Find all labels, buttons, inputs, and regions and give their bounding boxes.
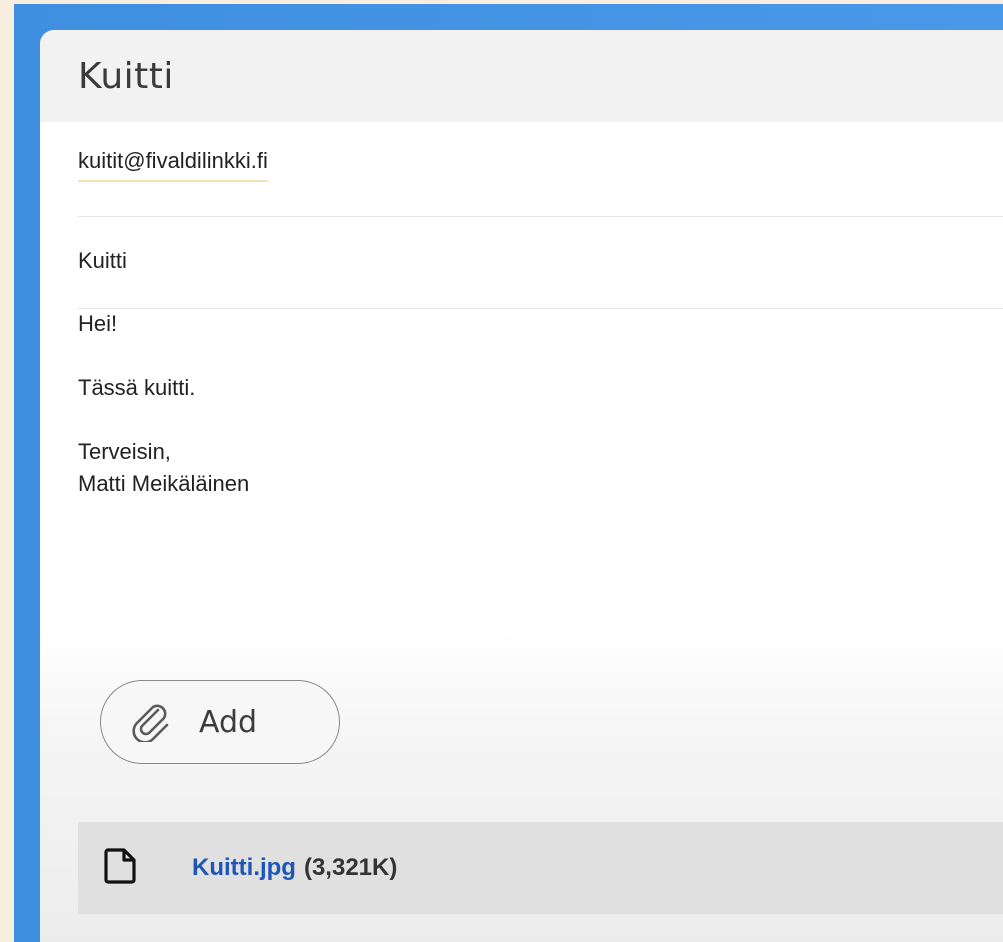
body-line bbox=[78, 404, 983, 436]
add-button-label: Add bbox=[199, 704, 258, 740]
body-line: Matti Meikäläinen bbox=[78, 471, 250, 496]
to-field[interactable]: kuitit@fivaldilinkki.fi bbox=[78, 122, 1003, 217]
body-line: Terveisin, bbox=[78, 439, 171, 464]
attachment-size: (3,321K) bbox=[303, 854, 398, 881]
paperclip-icon bbox=[127, 698, 171, 747]
recipient-chip[interactable]: kuitit@fivaldilinkki.fi bbox=[78, 148, 268, 182]
file-icon bbox=[100, 844, 140, 893]
body-line bbox=[78, 340, 983, 372]
body-line: Tässä kuitti. bbox=[78, 375, 196, 400]
compose-title-bar: Kuitti bbox=[40, 30, 1003, 122]
compose-window: Kuitti kuitit@fivaldilinkki.fi Kuitti He… bbox=[40, 30, 1003, 942]
body-line: Hei! bbox=[78, 311, 118, 336]
subject-text[interactable]: Kuitti bbox=[78, 248, 127, 274]
attachment-item[interactable]: Kuitti.jpg (3,321K) bbox=[78, 822, 1003, 914]
subject-field[interactable]: Kuitti bbox=[78, 216, 1003, 309]
add-attachment-button[interactable]: Add bbox=[100, 680, 340, 764]
attachment-name-link[interactable]: Kuitti.jpg bbox=[192, 854, 296, 882]
compose-title: Kuitti bbox=[78, 55, 174, 97]
message-body[interactable]: Hei! Tässä kuitti. Terveisin, Matti Meik… bbox=[78, 308, 983, 500]
